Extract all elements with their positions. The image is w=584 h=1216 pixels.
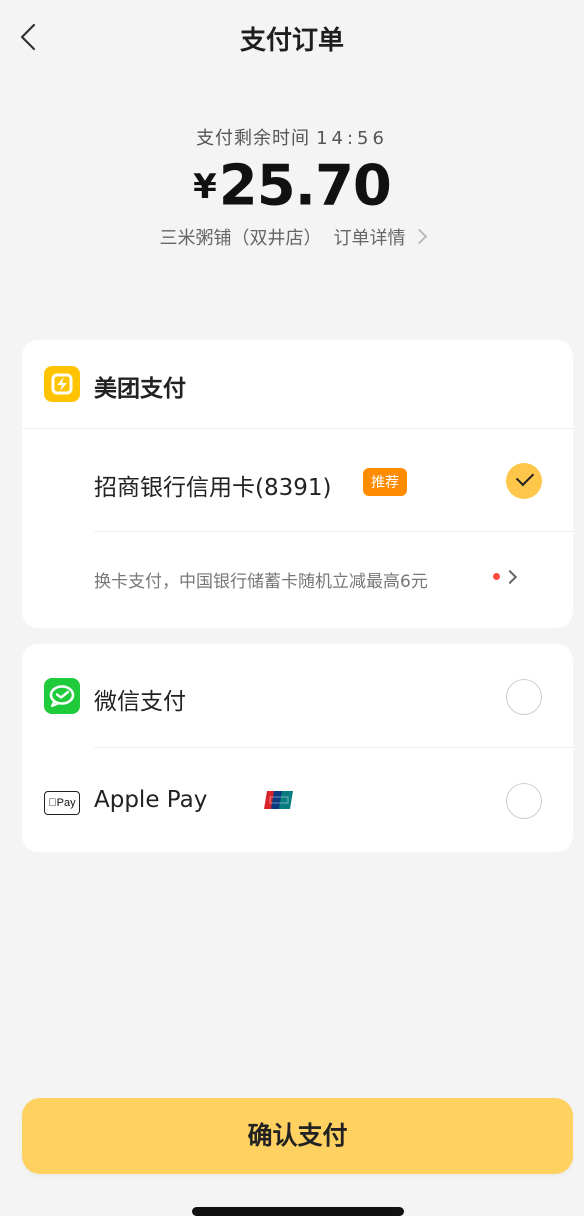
home-indicator — [192, 1207, 404, 1216]
wechat-pay-icon — [44, 678, 80, 714]
wechat-pay-radio[interactable] — [506, 679, 542, 715]
merchant-row: 三米粥铺（双井店） 订单详情 — [0, 224, 584, 250]
meituan-pay-card: 美团支付 招商银行信用卡(8391) 推荐 换卡支付，中国银行储蓄卡随机立减最高… — [22, 340, 573, 628]
change-card-promo[interactable]: 换卡支付，中国银行储蓄卡随机立减最高6元 — [94, 567, 428, 592]
chevron-right-icon[interactable] — [502, 569, 518, 585]
wechat-pay-option[interactable]: 微信支付 — [94, 682, 186, 716]
currency-symbol: ¥ — [193, 166, 217, 207]
apple-pay-radio[interactable] — [506, 783, 542, 819]
countdown-label: 支付剩余时间 — [196, 128, 311, 149]
divider — [94, 531, 573, 532]
recommend-badge: 推荐 — [363, 468, 407, 496]
unionpay-icon — [264, 791, 293, 809]
payment-amount: ¥25.70 — [0, 156, 584, 216]
bank-card-option[interactable]: 招商银行信用卡(8391) — [94, 468, 331, 502]
meituan-pay-title: 美团支付 — [94, 376, 186, 402]
other-payment-card: 微信支付 Pay Apple Pay — [22, 644, 573, 852]
countdown: 支付剩余时间 14:56 — [0, 124, 584, 150]
confirm-pay-button[interactable]: 确认支付 — [22, 1098, 573, 1174]
merchant-name: 三米粥铺（双井店） — [159, 228, 322, 249]
meituan-pay-icon — [44, 366, 80, 402]
bank-card-label: 招商银行信用卡(8391) — [94, 475, 332, 501]
amount-value: 25.70 — [218, 153, 392, 219]
page-title: 支付订单 — [239, 26, 344, 56]
apple-pay-option[interactable]: Apple Pay — [94, 787, 207, 813]
nav-bar: 支付订单 — [0, 0, 584, 76]
chevron-right-icon — [411, 228, 427, 245]
order-detail-link[interactable]: 订单详情 — [334, 228, 406, 249]
countdown-time: 14:56 — [316, 128, 388, 149]
bank-card-radio-checked[interactable] — [506, 463, 542, 499]
apple-pay-icon: Pay — [44, 791, 80, 815]
order-summary: 支付剩余时间 14:56 ¥25.70 三米粥铺（双井店） 订单详情 — [0, 124, 584, 250]
apple-pay-icon-text: Pay — [52, 797, 76, 809]
meituan-pay-header: 美团支付 — [22, 340, 573, 429]
red-dot-badge — [493, 573, 500, 580]
divider — [94, 747, 573, 748]
